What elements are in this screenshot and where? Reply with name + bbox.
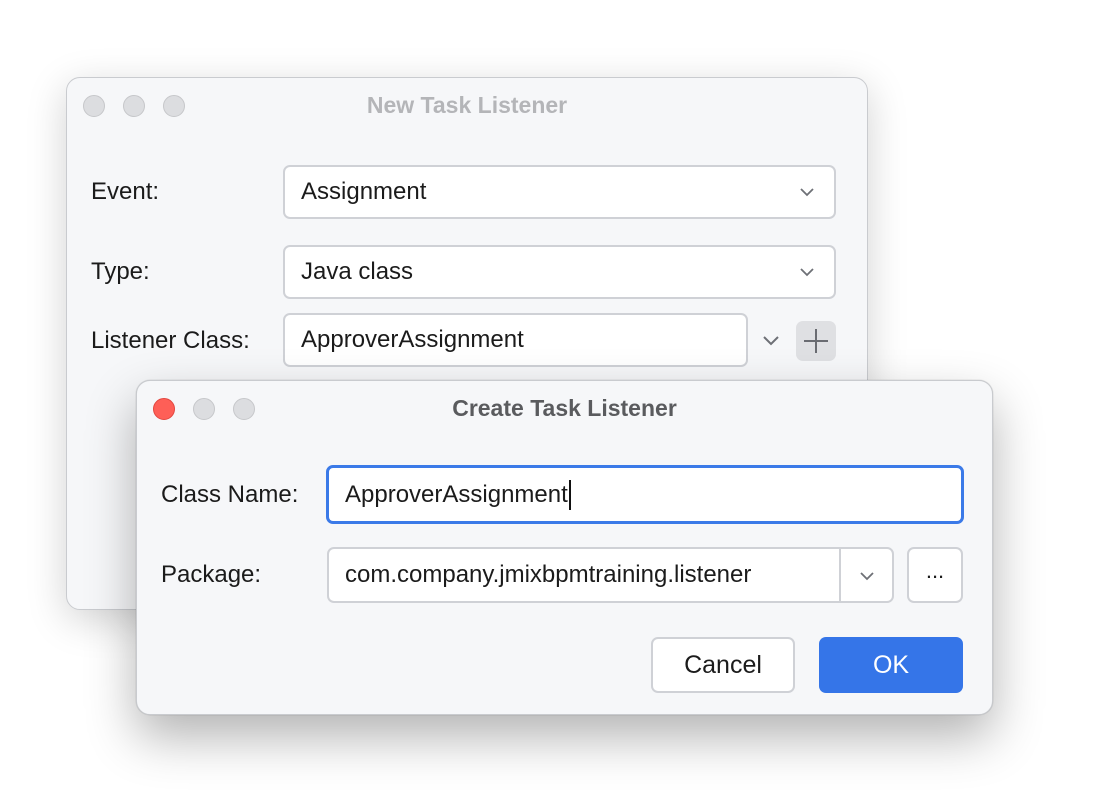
class-name-value: ApproverAssignment [345, 480, 568, 508]
ok-button[interactable]: OK [819, 637, 963, 693]
dialog-title: Create Task Listener [452, 395, 677, 421]
cancel-button[interactable]: Cancel [651, 637, 795, 693]
type-value: Java class [301, 258, 414, 285]
chevron-down-icon[interactable] [758, 327, 784, 353]
type-label: Type: [91, 258, 150, 285]
chevron-down-icon[interactable] [854, 563, 880, 589]
package-input[interactable]: com.company.jmixbpmtraining.listener [327, 547, 894, 603]
chevron-down-icon [794, 259, 820, 285]
package-label: Package: [161, 561, 262, 588]
plus-icon [804, 329, 828, 353]
class-name-input[interactable]: ApproverAssignment [326, 465, 964, 524]
divider [839, 549, 841, 601]
chevron-down-icon [794, 179, 820, 205]
create-task-listener-dialog: Create Task Listener Class Name: Approve… [136, 380, 993, 715]
listener-class-value: ApproverAssignment [301, 326, 524, 353]
event-value: Assignment [301, 178, 427, 205]
package-value: com.company.jmixbpmtraining.listener [345, 561, 752, 588]
titlebar: Create Task Listener [137, 381, 992, 437]
text-caret [568, 479, 571, 510]
dialog-title: New Task Listener [366, 92, 568, 118]
browse-package-button[interactable]: ... [907, 547, 963, 603]
type-select[interactable]: Java class [283, 245, 836, 299]
titlebar: New Task Listener [67, 78, 867, 134]
listener-class-input[interactable]: ApproverAssignment [283, 313, 748, 367]
event-select[interactable]: Assignment [283, 165, 836, 219]
add-listener-class-button[interactable] [796, 321, 836, 361]
event-label: Event: [91, 178, 160, 205]
listener-class-label: Listener Class: [91, 327, 250, 354]
class-name-label: Class Name: [161, 481, 299, 508]
